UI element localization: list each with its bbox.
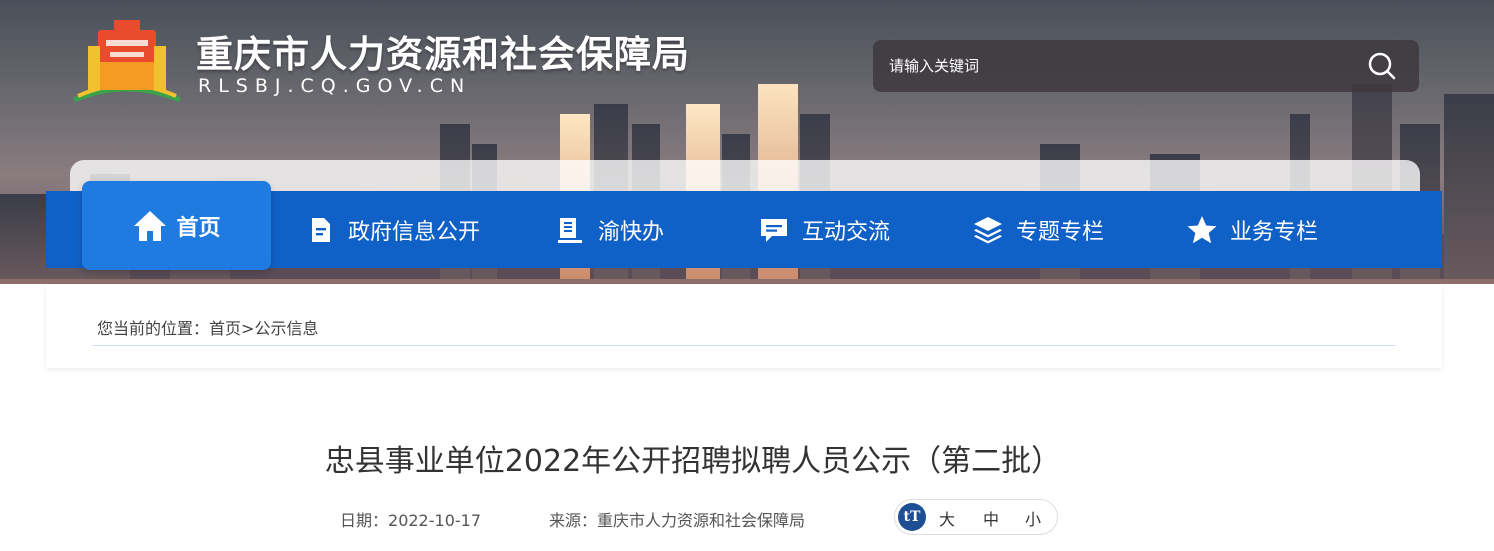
breadcrumb-prefix: 您当前的位置： (97, 319, 210, 338)
article-title: 忠县事业单位2022年公开招聘拟聘人员公示（第二批） (324, 444, 1062, 479)
font-size-small-button[interactable]: 小 (1025, 506, 1041, 530)
date-label: 日期： (340, 511, 389, 530)
nav-label: 互动交流 (802, 219, 891, 245)
nav-label: 专题专栏 (1016, 219, 1105, 245)
search-input[interactable] (889, 40, 1349, 92)
nav-item-home[interactable]: 首页 (82, 181, 271, 270)
document-icon (312, 217, 330, 242)
article-source: 来源：重庆市人力资源和社会保障局 (549, 507, 805, 531)
article-date: 日期：2022-10-17 (340, 507, 481, 531)
nav-label: 渝快办 (598, 219, 665, 245)
nav-label: 业务专栏 (1230, 219, 1319, 245)
breadcrumb-separator: > (241, 319, 255, 338)
site-domain: RLSBJ.CQ.GOV.CN (198, 75, 472, 97)
breadcrumb: 您当前的位置：首页>公示信息 (97, 315, 318, 339)
star-icon (1187, 215, 1217, 243)
font-size-medium-button[interactable]: 中 (983, 506, 999, 530)
font-size-large-button[interactable]: 大 (939, 506, 955, 530)
date-value: 2022-10-17 (388, 511, 481, 530)
font-size-switcher: tT 大 中 小 (894, 499, 1058, 535)
bureau-logo[interactable] (68, 16, 184, 104)
nav-item-interaction[interactable]: 互动交流 (758, 191, 890, 268)
source-value: 重庆市人力资源和社会保障局 (597, 511, 806, 530)
breadcrumb-home-link[interactable]: 首页 (209, 319, 241, 338)
breadcrumb-divider (92, 345, 1396, 346)
source-label: 来源： (549, 511, 598, 530)
breadcrumb-current-link[interactable]: 公示信息 (254, 319, 318, 338)
nav-label: 首页 (176, 215, 221, 241)
nav-item-topics[interactable]: 专题专栏 (972, 191, 1104, 268)
nav-item-business[interactable]: 业务专栏 (1186, 191, 1318, 268)
chat-bubble-icon (761, 218, 787, 242)
home-icon (134, 210, 167, 241)
nav-item-gov-info[interactable]: 政府信息公开 (304, 191, 480, 268)
font-size-icon: tT (898, 503, 926, 531)
nav-item-yukuaiban[interactable]: 渝快办 (554, 191, 664, 268)
book-stack-icon (558, 217, 582, 243)
nav-label: 政府信息公开 (348, 219, 481, 245)
layers-icon (974, 216, 1002, 243)
search-icon[interactable] (1367, 51, 1397, 81)
search-box (873, 40, 1419, 92)
site-title[interactable]: 重庆市人力资源和社会保障局 (196, 24, 690, 78)
